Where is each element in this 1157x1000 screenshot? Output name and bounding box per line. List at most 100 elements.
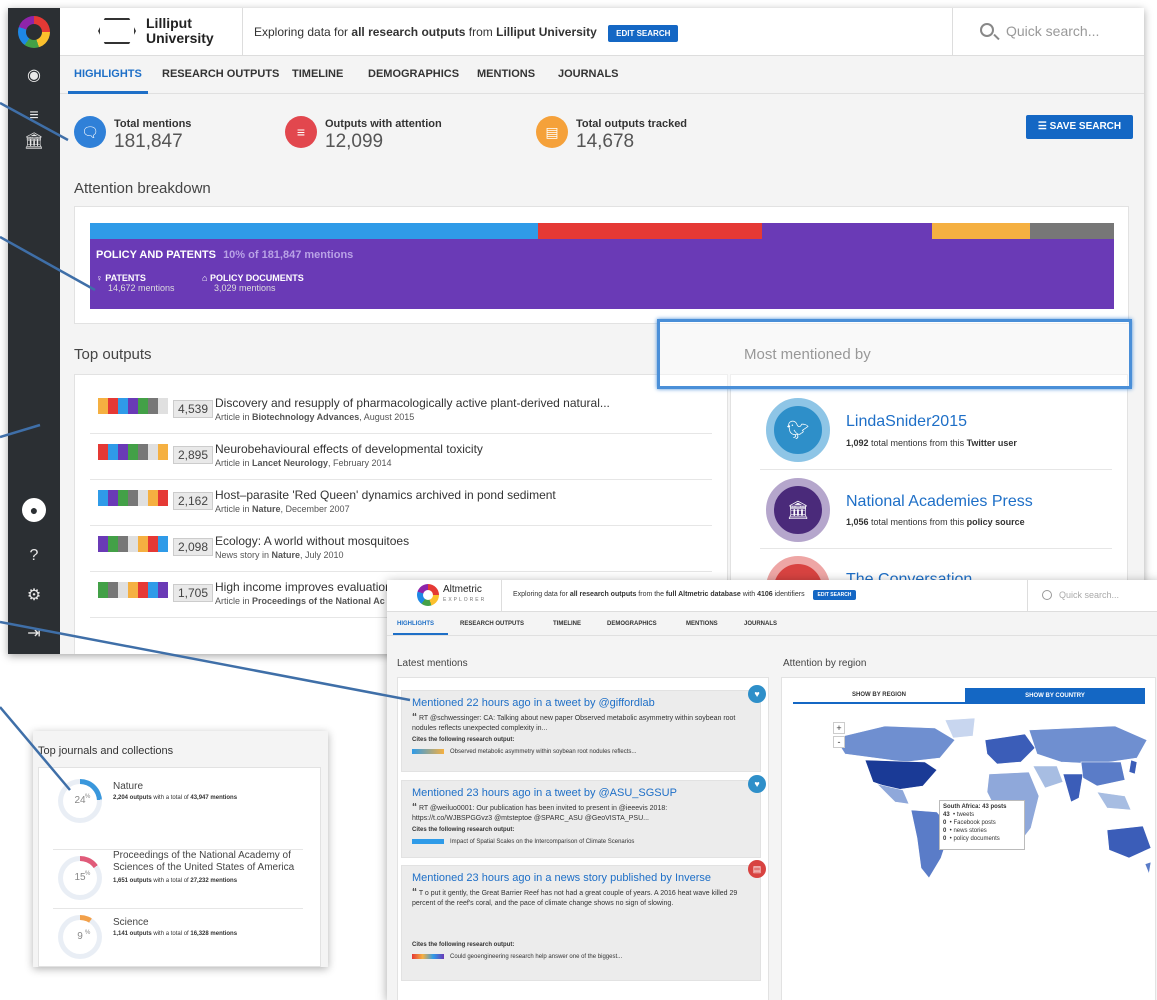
cites-label: Cites the following research output: [412,737,515,743]
output-title[interactable]: High income improves evaluation of l [215,580,411,594]
policy-source-icon: 🏛︎ [766,478,830,542]
brand-name: Altmetric [443,584,482,595]
zoom-in-button[interactable]: + [833,722,845,734]
journal-name[interactable]: Nature [113,781,313,793]
patents-item[interactable]: ♀ PATENTS 14,672 mentions [96,273,175,293]
policy-documents-item[interactable]: ⌂ POLICY DOCUMENTS 3,029 mentions [202,273,304,293]
tab-timeline[interactable]: TIMELINE [292,68,343,80]
institution-logo: Lilliput University [96,12,236,52]
tab-journals[interactable]: JOURNALS [744,621,777,627]
output-title[interactable]: Ecology: A world without mosquitoes [215,534,409,548]
list-icon[interactable]: ≡ [8,106,60,126]
cited-output[interactable]: Could geoengineering research help answe… [412,954,622,960]
mention-card[interactable]: ♥ Mentioned 23 hours ago in a tweet by @A… [401,775,766,858]
mention-quote: “ RT @weiluo0001: Our publication has be… [412,802,668,823]
output-source: Article in Proceedings of the National A… [215,596,385,606]
tab-mentions[interactable]: MENTIONS [477,68,535,80]
cited-output[interactable]: Observed metabolic asymmetry within soyb… [412,749,636,755]
journal-item[interactable]: 24% Nature 2,204 outputs with a total of 4… [53,779,313,850]
output-row[interactable]: 4,539 Discovery and resupply of pharmacol… [90,388,712,434]
altmetric-bar-icon [412,839,444,844]
search-icon [1042,590,1052,600]
output-title[interactable]: Neurobehavioural effects of developmenta… [215,442,483,456]
policy-patents-share: 10% of 181,847 mentions [223,249,354,261]
map-japan [1128,759,1138,775]
output-row[interactable]: 2,098 Ecology: A world without mosquitoes… [90,526,712,572]
journal-item[interactable]: 15% Proceedings of the National Academy o… [53,850,313,916]
mention-title[interactable]: Mentioned 23 hours ago in a news story p… [412,872,711,884]
tab-research-outputs[interactable]: RESEARCH OUTPUTS [460,621,524,627]
output-title[interactable]: Host–parasite 'Red Queen' dynamics archi… [215,488,556,502]
tab-journals[interactable]: JOURNALS [558,68,619,80]
mention-card[interactable]: ♥ Mentioned 22 hours ago in a tweet by @g… [401,685,766,772]
mention-quote: “ RT @schwessinger: CA: Talking about ne… [412,712,736,733]
journal-item[interactable]: 9% Science 1,141 outputs with a total of 1… [53,915,313,967]
cites-label: Cites the following research output: [412,942,515,948]
edit-search-button[interactable]: EDIT SEARCH [812,590,857,600]
tooltip-title: South Africa: 43 posts [943,804,1007,810]
mention-quote: “ T o put it gently, the Great Barrier R… [412,887,738,908]
tab-highlights[interactable]: HIGHLIGHTS [74,68,142,80]
journal-share-percent: 9 [63,920,97,954]
output-row[interactable]: 2,895 Neurobehavioural effects of develop… [90,434,712,480]
output-row[interactable]: 2,162 Host–parasite 'Red Queen' dynamics … [90,480,712,526]
tab-highlights[interactable]: HIGHLIGHTS [397,621,434,627]
logout-icon[interactable]: ⇥ [8,624,60,644]
edit-search-button[interactable]: EDIT SEARCH [608,25,679,42]
attention-score: 1,705 [173,584,214,602]
mentioner-name[interactable]: National Academies Press [846,493,1033,511]
user-avatar[interactable]: ● [8,498,60,522]
breakdown-segment-purple[interactable] [762,223,932,239]
percent-sign: % [85,794,91,800]
cited-output[interactable]: Impact of Spatial Scales on the Intercom… [412,839,634,845]
save-search-button[interactable]: ☰︎ SAVE SEARCH [1026,115,1133,139]
mention-title[interactable]: Mentioned 23 hours ago in a tweet by @AS… [412,787,677,799]
main-tabs: HIGHLIGHTS RESEARCH OUTPUTS TIMELINE DEM… [60,56,1144,94]
output-title[interactable]: Discovery and resupply of pharmacologica… [215,396,610,410]
journal-name[interactable]: Proceedings of the National Academy of S… [113,850,313,874]
map-australia [1106,825,1152,859]
journal-stats: 1,651 outputs with a total of 27,232 men… [113,878,238,884]
journal-stats: 1,141 outputs with a total of 16,328 men… [113,931,238,937]
journal-name[interactable]: Science [113,917,313,929]
breakdown-segment-red[interactable] [538,223,762,239]
show-by-region-button[interactable]: SHOW BY REGION [793,688,965,704]
lightbulb-icon: ♀ [96,273,103,283]
breakdown-segment-blue[interactable] [90,223,538,239]
breakdown-segment-grey[interactable] [1030,223,1114,239]
altmetric-logo[interactable] [417,584,439,606]
institution-icon[interactable]: 🏛 [8,132,60,152]
top-journals-window: Top journals and collections 24% Nature 2,… [33,731,328,967]
mention-card[interactable]: ▤ Mentioned 23 hours ago in a news story … [401,860,766,981]
journal-share-donut: 9% [58,915,102,959]
quick-search[interactable]: Quick search... [964,8,1144,56]
compass-icon[interactable]: ◉ [8,66,60,86]
save-icon: ☰︎ [1037,121,1050,132]
top-bar: Lilliput University Exploring data for al… [60,8,1144,56]
tab-research-outputs[interactable]: RESEARCH OUTPUTS [162,68,279,80]
altmetric-bar-icon [98,536,168,552]
diamond-logo-icon [98,18,136,44]
altmetric-logo[interactable] [18,16,50,48]
zoom-out-button[interactable]: - [833,736,845,748]
tab-demographics[interactable]: DEMOGRAPHICS [368,68,459,80]
percent-sign: % [85,871,91,877]
attention-by-region-heading: Attention by region [783,658,867,669]
mentioner-name[interactable]: LindaSnider2015 [846,413,967,431]
gear-icon[interactable]: ⚙ [8,586,60,606]
breakdown-segment-orange[interactable] [932,223,1030,239]
map-canada [834,725,956,763]
quick-search-input[interactable]: Quick search... [1006,23,1099,39]
mention-title[interactable]: Mentioned 22 hours ago in a tweet by @gi… [412,697,655,709]
help-icon[interactable]: ? [8,546,60,566]
document-icon: ▤ [536,116,568,148]
journal-share-donut: 15% [58,856,102,900]
latest-mentions-heading: Latest mentions [397,658,468,669]
attention-breakdown-heading: Attention breakdown [74,180,211,197]
tab-timeline[interactable]: TIMELINE [553,621,581,627]
quick-search-input[interactable]: Quick search... [1059,590,1119,600]
tab-mentions[interactable]: MENTIONS [686,621,718,627]
map-russia-asia [1028,725,1148,765]
show-by-country-button[interactable]: SHOW BY COUNTRY [965,688,1145,704]
tab-demographics[interactable]: DEMOGRAPHICS [607,621,657,627]
